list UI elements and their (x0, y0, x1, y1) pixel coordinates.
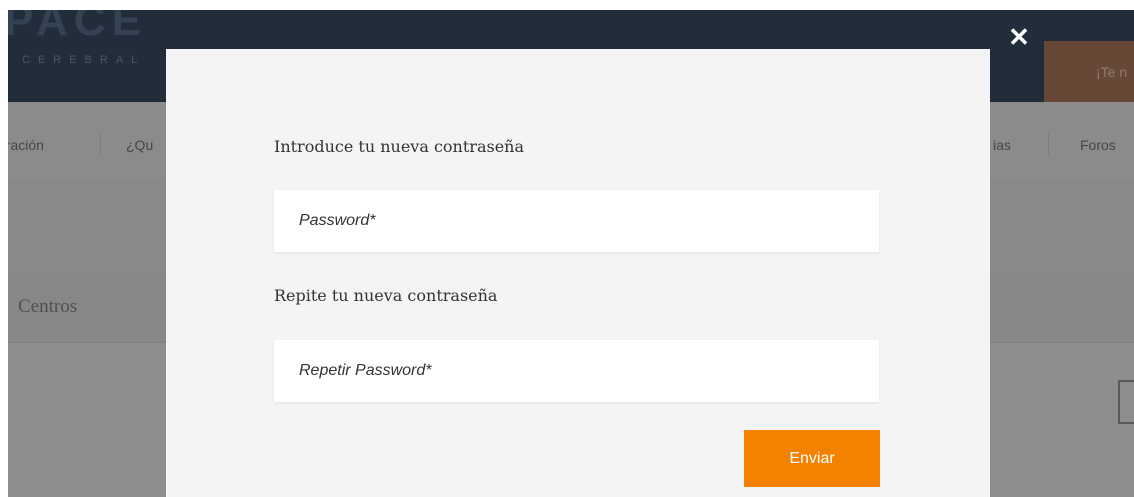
repeat-password-label: Repite tu nueva contraseña (274, 286, 498, 305)
repeat-password-input[interactable] (274, 340, 879, 402)
close-icon[interactable]: ✕ (1006, 22, 1032, 52)
reset-password-modal: Introduce tu nueva contraseña Repite tu … (166, 49, 990, 497)
submit-button[interactable]: Enviar (744, 430, 880, 487)
new-password-label: Introduce tu nueva contraseña (274, 137, 524, 156)
password-input[interactable] (274, 190, 879, 252)
